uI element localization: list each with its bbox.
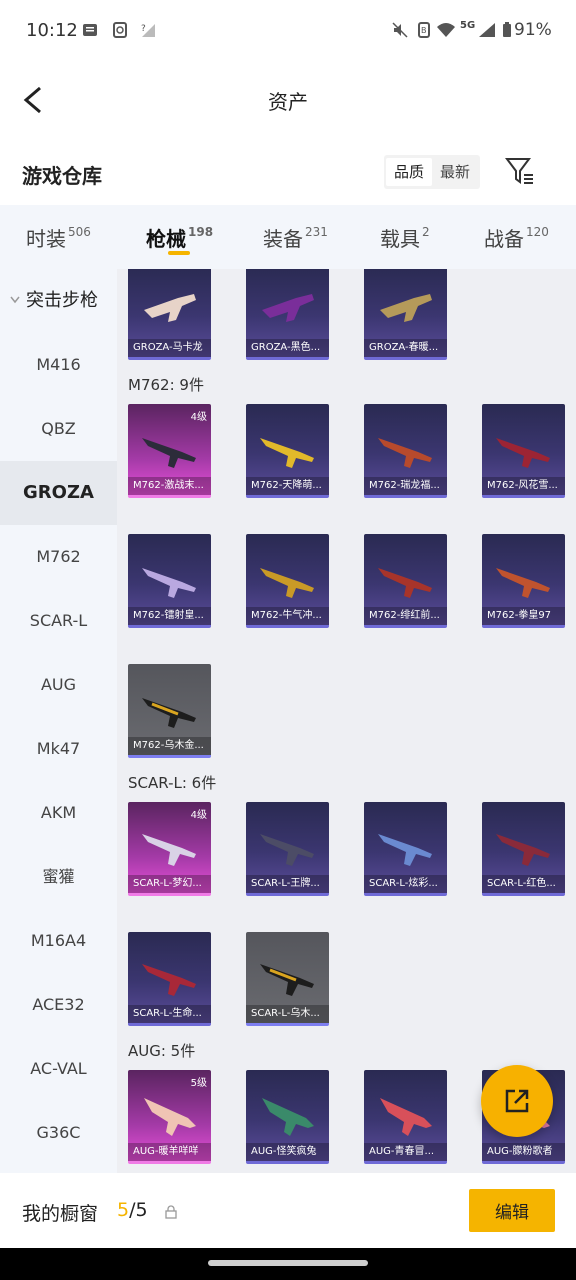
sort-toggle: 品质 最新 (384, 155, 480, 189)
rifle-skin-icon (260, 568, 314, 598)
rifle-skin-icon (144, 1098, 196, 1136)
rifle-skin-icon (496, 568, 550, 598)
weapon-card[interactable]: M762-风花雪... (482, 404, 565, 498)
subnav-item-aug[interactable]: AUG (0, 653, 117, 717)
subnav-item-groza[interactable]: GROZA (0, 461, 117, 525)
section-label-m762: M762: 9件 (128, 376, 204, 394)
share-button[interactable] (481, 1065, 553, 1137)
network-type: 5G (460, 20, 476, 31)
battery-percent: 91% (514, 20, 552, 40)
weapon-card[interactable]: M762-绯红前... (364, 534, 447, 628)
weapon-card[interactable]: SCAR-L-乌木... (246, 932, 329, 1026)
rifle-skin-icon (144, 294, 196, 322)
subnav-item-m762[interactable]: M762 (0, 525, 117, 589)
rifle-skin-icon (378, 834, 432, 866)
status-time: 10:12 (26, 20, 78, 41)
rifle-skin-icon (142, 698, 196, 728)
cell-signal-icon (479, 23, 495, 37)
rifle-skin-icon (142, 438, 196, 468)
tab-outfit[interactable]: 时装 506 (26, 223, 91, 252)
battery-icon (503, 22, 511, 37)
category-tabs: 时装 506 枪械 198 装备 231 载具 2 战备 120 (0, 205, 576, 269)
sort-quality-button[interactable]: 品质 (386, 158, 432, 186)
system-nav-bar (0, 1248, 576, 1280)
sort-latest-button[interactable]: 最新 (432, 158, 478, 186)
weapon-card[interactable]: M762-天降萌... (246, 404, 329, 498)
rifle-skin-icon (378, 438, 432, 468)
rifle-skin-icon (496, 834, 550, 866)
subnav-item-ace32[interactable]: ACE32 (0, 973, 117, 1037)
weapon-card[interactable]: SCAR-L-王牌... (246, 802, 329, 896)
section-label-aug: AUG: 5件 (128, 1042, 196, 1060)
share-external-icon (505, 1089, 529, 1113)
subnav-item-g36c[interactable]: G36C (0, 1101, 117, 1165)
rifle-skin-icon (260, 964, 314, 996)
home-gesture-bar[interactable] (208, 1260, 368, 1266)
edit-button[interactable]: 编辑 (469, 1189, 555, 1232)
weapon-card[interactable]: 5级 AUG-暖羊咩咩 (128, 1070, 211, 1164)
status-bar: 10:12 ? B 5G 91% (0, 0, 576, 62)
page-title: 资产 (268, 90, 308, 114)
weapon-card[interactable]: AUG-青春冒... (364, 1070, 447, 1164)
nfc-icon: B (418, 22, 430, 38)
weapon-card[interactable]: M762-瑞龙福... (364, 404, 447, 498)
weapon-card[interactable]: GROZA-马卡龙 (128, 269, 211, 360)
weapon-card[interactable]: 4级 SCAR-L-梦幻... (128, 802, 211, 896)
weapon-card[interactable]: M762-牛气冲... (246, 534, 329, 628)
showcase-count: 5/5 (117, 1199, 148, 1221)
showcase-label: 我的橱窗 (22, 1203, 99, 1225)
active-tab-indicator (168, 251, 190, 255)
rifle-skin-icon (378, 568, 432, 598)
signal-question-icon: ? (141, 24, 155, 37)
weapon-card[interactable]: SCAR-L-生命... (128, 932, 211, 1026)
mute-icon (392, 22, 408, 38)
svg-text:?: ? (141, 24, 146, 34)
subnav-item-m16a4[interactable]: M16A4 (0, 909, 117, 973)
weapon-card[interactable]: GROZA-黑色... (246, 269, 329, 360)
rifle-skin-icon (142, 964, 196, 996)
warehouse-title: 游戏仓库 (22, 164, 102, 188)
subnav-item-akm[interactable]: AKM (0, 781, 117, 845)
weapon-grid: GROZA-马卡龙 GROZA-黑色... GROZA-春暖... M762: … (117, 269, 576, 1173)
section-label-scar-l: SCAR-L: 6件 (128, 774, 217, 792)
rifle-skin-icon (142, 834, 196, 866)
tab-equipment[interactable]: 装备 231 (263, 223, 328, 252)
weapon-card[interactable]: M762-乌木金... (128, 664, 211, 758)
subnav-item-qbz[interactable]: QBZ (0, 397, 117, 461)
weapon-card[interactable]: GROZA-春暖... (364, 269, 447, 360)
rifle-skin-icon (380, 1098, 432, 1136)
rifle-skin-icon (142, 568, 196, 598)
subnav-item-honey-badger[interactable]: 蜜獾 (0, 845, 117, 909)
notification-icon (83, 24, 97, 36)
rifle-skin-icon (496, 438, 550, 468)
rifle-skin-icon (260, 834, 314, 866)
lock-icon (165, 1205, 177, 1219)
rifle-skin-icon (262, 294, 314, 322)
weapon-card[interactable]: M762-拳皇97 (482, 534, 565, 628)
subnav-item-m416[interactable]: M416 (0, 333, 117, 397)
wifi-icon (437, 23, 455, 37)
svg-text:B: B (421, 26, 427, 35)
showcase-bar: 我的橱窗 5/5 编辑 (0, 1173, 576, 1248)
subnav-item-scar-l[interactable]: SCAR-L (0, 589, 117, 653)
rifle-skin-icon (380, 294, 432, 322)
weapon-card[interactable]: 4级 M762-激战末... (128, 404, 211, 498)
tab-supplies[interactable]: 战备 120 (484, 223, 549, 252)
chevron-down-icon (10, 296, 20, 304)
weapon-card[interactable]: SCAR-L-炫彩... (364, 802, 447, 896)
weapon-card[interactable]: SCAR-L-红色... (482, 802, 565, 896)
subnav-item-ac-val[interactable]: AC-VAL (0, 1037, 117, 1101)
rifle-skin-icon (260, 438, 314, 468)
sync-icon (113, 22, 127, 38)
subnav-item-mk47[interactable]: Mk47 (0, 717, 117, 781)
weapon-card[interactable]: AUG-怪笑疯兔 (246, 1070, 329, 1164)
subnav-group-assault-rifles[interactable]: 突击步枪 (0, 269, 117, 333)
weapon-subnav: 突击步枪 M416 QBZ GROZA M762 SCAR-L AUG Mk47… (0, 269, 117, 1173)
rifle-skin-icon (262, 1098, 314, 1136)
tab-firearms[interactable]: 枪械 198 (146, 223, 213, 252)
tab-vehicles[interactable]: 载具 2 (380, 223, 430, 252)
filter-icon[interactable] (504, 155, 536, 187)
weapon-card[interactable]: M762-镭射皇... (128, 534, 211, 628)
